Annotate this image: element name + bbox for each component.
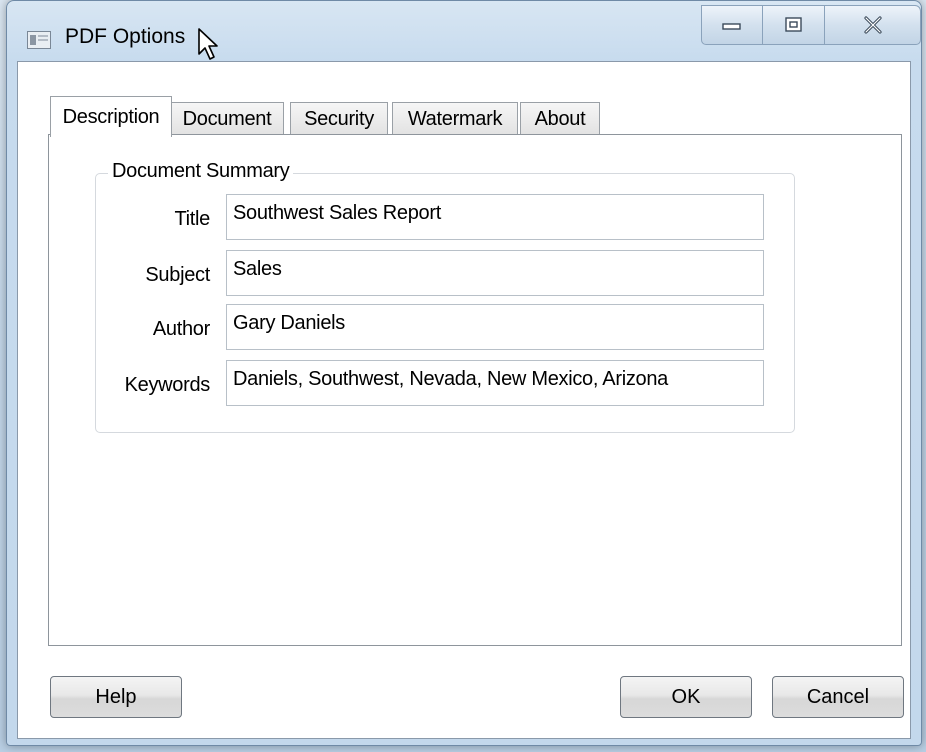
close-button[interactable] — [825, 5, 921, 45]
tab-security[interactable]: Security — [290, 102, 388, 136]
window-controls — [701, 5, 921, 49]
group-legend: Document Summary — [108, 160, 294, 183]
close-icon — [863, 16, 882, 34]
tab-about[interactable]: About — [520, 102, 600, 136]
subject-label: Subject — [145, 264, 210, 286]
minimize-icon — [722, 23, 741, 30]
mouse-pointer-icon — [198, 28, 218, 60]
document-summary-group: Document Summary Title Southwest Sales R… — [95, 160, 795, 433]
tab-description[interactable]: Description — [50, 96, 172, 137]
maximize-icon — [784, 17, 802, 32]
subject-field[interactable]: Sales — [226, 250, 764, 296]
pdf-options-dialog: PDF Options Description Document Securit… — [6, 0, 922, 746]
help-button[interactable]: Help — [50, 676, 182, 718]
subject-row: Subject Sales — [96, 250, 794, 298]
keywords-label: Keywords — [124, 374, 211, 396]
cancel-button[interactable]: Cancel — [772, 676, 904, 718]
ok-button[interactable]: OK — [620, 676, 752, 718]
tab-document[interactable]: Document — [170, 102, 284, 136]
title-row: Title Southwest Sales Report — [96, 194, 794, 242]
author-label: Author — [152, 318, 210, 340]
title-bar[interactable]: PDF Options — [7, 1, 921, 69]
keywords-field[interactable]: Daniels, Southwest, Nevada, New Mexico, … — [226, 360, 764, 406]
title-label: Title — [174, 208, 210, 230]
author-row: Author Gary Daniels — [96, 304, 794, 352]
tab-watermark[interactable]: Watermark — [392, 102, 518, 136]
keywords-row: Keywords Daniels, Southwest, Nevada, New… — [96, 360, 794, 408]
description-tab-panel: Document Summary Title Southwest Sales R… — [48, 134, 902, 646]
window-title: PDF Options — [65, 25, 186, 48]
maximize-button[interactable] — [763, 5, 825, 45]
dialog-client-area: Description Document Security Watermark … — [17, 61, 911, 739]
title-field[interactable]: Southwest Sales Report — [226, 194, 764, 240]
minimize-button[interactable] — [701, 5, 763, 45]
document-icon — [27, 31, 51, 49]
author-field[interactable]: Gary Daniels — [226, 304, 764, 350]
